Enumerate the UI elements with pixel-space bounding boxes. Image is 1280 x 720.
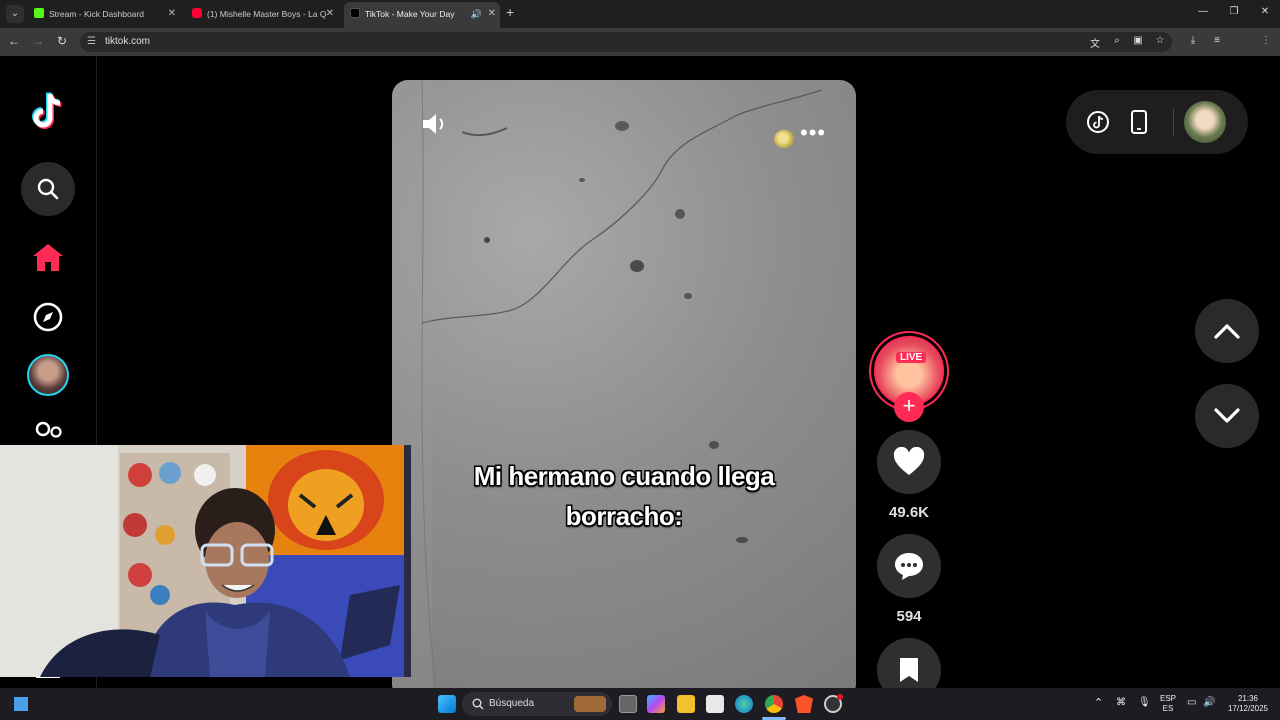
chevron-down-icon [1214,408,1240,423]
following-avatar[interactable] [27,354,69,396]
notification-dot [837,694,843,700]
next-video-button[interactable] [1195,384,1259,448]
explore-button[interactable] [21,290,75,344]
tab-tiktok[interactable]: TikTok - Make Your Day 🔊 ✕ [344,2,500,28]
cast-icon[interactable]: ▣ [1131,35,1145,46]
windows-taskbar: Búsqueda ⌃ ⌘ 🎙 ESP ES ▭ 🔊 21:36 17/12/20… [0,688,1280,720]
like-button[interactable] [877,430,941,494]
chevron-up-icon [1214,324,1240,339]
more-options-icon[interactable]: ••• [800,120,826,146]
volume-icon[interactable] [420,110,448,138]
file-explorer-icon[interactable] [677,695,695,713]
close-tab-icon[interactable]: ✕ [326,4,334,24]
show-desktop-icon[interactable] [14,697,28,711]
home-button[interactable] [21,230,75,284]
volume-icon[interactable]: 🔊 [1203,698,1215,708]
chrome-icon[interactable] [765,695,783,713]
compass-icon [33,302,63,332]
coin-object [774,130,794,148]
tiktok-coin-icon[interactable] [1086,110,1110,134]
separator [1173,108,1174,136]
wifi-icon[interactable]: ▭ [1187,698,1196,708]
live-badge: LIVE [896,352,927,363]
download-icon[interactable]: ⤓ [1186,35,1200,46]
clock[interactable]: 21:36 17/12/2025 [1224,694,1272,714]
tiktok-logo-icon[interactable] [28,90,68,134]
bookmark-star-icon[interactable]: ☆ [1153,35,1167,46]
search-highlight-icon [574,696,606,712]
browser-tab-strip: ⌄ Stream - Kick Dashboard ✕ (1) Mishelle… [0,0,1280,28]
previous-video-button[interactable] [1195,299,1259,363]
tray-chevron-icon[interactable]: ⌃ [1094,698,1103,709]
address-bar[interactable]: ☰ tiktok.com [80,32,1172,52]
back-icon[interactable]: ← [7,34,21,48]
forward-icon[interactable]: → [31,34,45,48]
media-control-icon[interactable]: ≡ [1210,35,1224,46]
close-tab-icon[interactable]: ✕ [488,2,496,26]
url-text: tiktok.com [105,36,151,47]
network-icon[interactable]: ⌘ [1116,698,1126,708]
reload-icon[interactable]: ↻ [55,34,69,48]
top-right-controls [1066,90,1248,154]
tab-search-button[interactable]: ⌄ [6,5,24,23]
youtube-icon [192,8,202,18]
brave-icon[interactable] [795,695,813,713]
comment-count: 594 [896,608,922,625]
mobile-app-icon[interactable] [1130,110,1148,134]
kick-icon [34,8,44,18]
close-window-icon[interactable]: ✕ [1258,6,1272,17]
microphone-icon[interactable]: 🎙 [1138,698,1151,708]
video-frame [392,80,823,700]
task-view-icon[interactable] [619,695,637,713]
streamer-camera-feed [0,445,411,677]
comment-button[interactable] [877,534,941,598]
webcam-overlay [0,445,411,677]
follow-plus-button[interactable]: + [894,392,924,422]
microsoft-store-icon[interactable] [706,695,724,713]
edge-icon[interactable] [735,695,753,713]
video-player[interactable]: ••• Mi hermano cuando llega borracho: [392,80,856,700]
copilot-icon[interactable] [647,695,665,713]
browser-toolbar: ← → ↻ ☰ tiktok.com 文 ⌕ ▣ ☆ ⤓ ≡ Y ⋮ [0,28,1280,76]
windows-start-icon[interactable] [438,695,456,713]
caption-line-2: borracho: [565,501,683,531]
translate-icon[interactable]: 文 [1088,35,1102,50]
bookmark-icon [900,658,918,682]
taskbar-search-label: Búsqueda [489,698,535,709]
video-caption: Mi hermano cuando llega borracho: [392,456,856,536]
user-avatar[interactable] [1184,101,1226,143]
language-indicator[interactable]: ESP ES [1160,694,1176,714]
new-tab-button[interactable]: + [506,4,520,20]
search-icon [37,178,59,200]
site-info-icon[interactable]: ☰ [87,36,96,47]
search-icon [472,698,484,710]
menu-kebab-icon[interactable]: ⋮ [1259,35,1273,46]
tiktok-icon [350,8,360,18]
tab-youtube[interactable]: (1) Mishelle Master Boys - La Q ✕ [188,4,338,24]
minimize-icon[interactable]: — [1196,6,1210,17]
heart-icon [893,447,925,475]
restore-icon[interactable]: ❐ [1227,6,1241,17]
tab-kick-dashboard[interactable]: Stream - Kick Dashboard ✕ [30,4,180,24]
search-button[interactable] [21,162,75,216]
like-count: 49.6K [888,504,930,521]
comment-icon [895,553,923,580]
close-tab-icon[interactable]: ✕ [168,4,176,24]
taskbar-search[interactable]: Búsqueda [462,692,612,716]
audio-playing-icon[interactable]: 🔊 [471,2,482,26]
home-icon [33,244,63,271]
caption-line-1: Mi hermano cuando llega [473,461,775,491]
zoom-icon[interactable]: ⌕ [1110,35,1124,46]
